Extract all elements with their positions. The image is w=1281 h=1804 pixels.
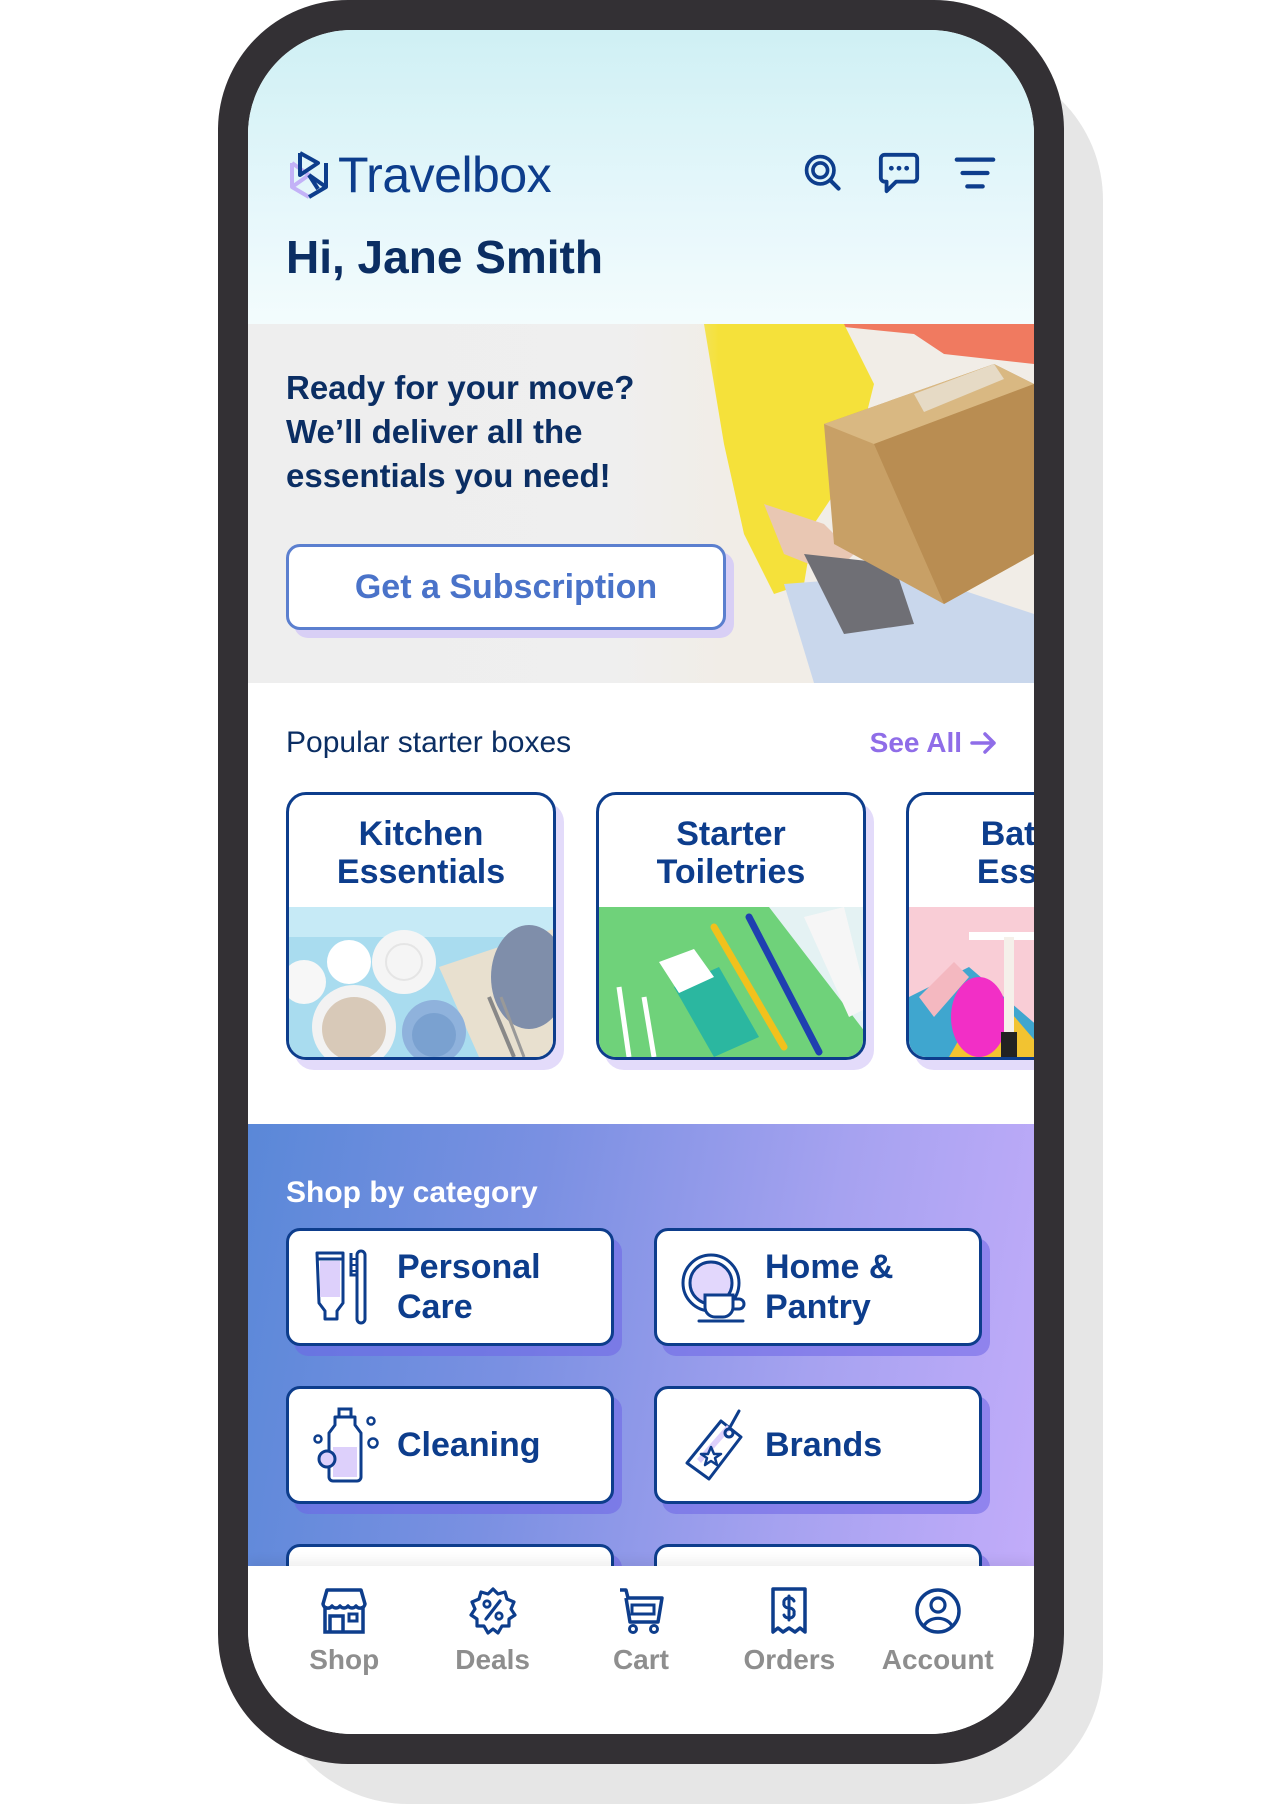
starter-boxes-carousel[interactable]: Kitchen Essentials Starter Toiletries Ba… xyxy=(286,792,1034,1060)
plate-cup-icon xyxy=(681,1253,746,1323)
travelbox-logo-icon xyxy=(290,151,328,199)
chat-button[interactable] xyxy=(876,150,922,196)
section-title-popular: Popular starter boxes xyxy=(286,726,572,759)
menu-button[interactable] xyxy=(952,150,998,196)
category-home-pantry[interactable]: Home & Pantry xyxy=(654,1228,982,1346)
nav-label: Deals xyxy=(455,1644,530,1675)
greeting: Hi, Jane Smith xyxy=(286,231,603,283)
starter-box-title: Kitchen Essentials xyxy=(336,814,506,891)
category-label: Cleaning xyxy=(397,1426,541,1464)
category-personal-care[interactable]: Personal Care xyxy=(286,1228,614,1346)
get-subscription-button[interactable]: Get a Subscription xyxy=(286,544,726,630)
menu-filter-icon xyxy=(954,157,996,189)
starter-box-card[interactable]: Bathroom Essentials xyxy=(906,792,1034,1060)
price-tag-icon xyxy=(685,1409,743,1481)
starter-box-card[interactable]: Kitchen Essentials xyxy=(286,792,556,1060)
user-circle-icon xyxy=(915,1588,961,1634)
header: Travelbox Hi, Jane Smith xyxy=(248,30,1034,324)
see-all-link[interactable]: See All xyxy=(870,727,998,759)
nav-label: Account xyxy=(881,1644,994,1675)
chat-icon xyxy=(878,152,920,194)
nav-shop[interactable]: Shop xyxy=(279,1586,409,1734)
cart-icon xyxy=(619,1588,664,1634)
store-icon xyxy=(321,1588,367,1634)
cleaning-bottle-icon xyxy=(313,1407,379,1483)
discount-badge-icon xyxy=(468,1587,517,1635)
nav-account[interactable]: Account xyxy=(873,1586,1003,1734)
shop-by-category-section: Shop by category Personal Care Home & Pa… xyxy=(248,1124,1034,1662)
arrow-right-icon xyxy=(970,732,996,754)
category-label: Brands xyxy=(765,1426,883,1464)
nav-label: Cart xyxy=(612,1644,669,1675)
section-title-category: Shop by category xyxy=(286,1176,538,1209)
nav-deals[interactable]: Deals xyxy=(428,1586,558,1734)
kitchen-dishes-image xyxy=(289,907,553,1057)
bathroom-cleaning-image xyxy=(909,907,1034,1057)
phone-screen: Travelbox Hi, Jane Smith Ready for your … xyxy=(248,30,1034,1734)
nav-orders[interactable]: Orders xyxy=(724,1586,854,1734)
brand-name: Travelbox xyxy=(338,147,552,203)
search-button[interactable] xyxy=(800,150,846,196)
see-all-label: See All xyxy=(869,727,962,758)
bottom-navigation: Shop Deals Cart Orders Account xyxy=(248,1566,1034,1734)
category-label: Home & Pantry xyxy=(765,1248,894,1326)
category-cleaning[interactable]: Cleaning xyxy=(286,1386,614,1504)
search-icon xyxy=(804,154,841,191)
hero-banner: Ready for your move? We’ll deliver all t… xyxy=(248,324,1034,683)
nav-label: Orders xyxy=(743,1644,836,1675)
receipt-icon xyxy=(771,1587,808,1634)
nav-label: Shop xyxy=(309,1644,380,1675)
category-label: Personal Care xyxy=(397,1248,541,1326)
toiletries-image xyxy=(599,907,863,1057)
starter-box-title: Starter Toiletries xyxy=(656,814,806,891)
brand-logo[interactable]: Travelbox xyxy=(286,146,552,204)
category-brands[interactable]: Brands xyxy=(654,1386,982,1504)
nav-cart[interactable]: Cart xyxy=(576,1586,706,1734)
hero-headline: Ready for your move? We’ll deliver all t… xyxy=(286,369,635,494)
starter-box-title: Bathroom Essentials xyxy=(976,814,1034,891)
toothpaste-toothbrush-icon xyxy=(315,1249,367,1325)
starter-box-card[interactable]: Starter Toiletries xyxy=(596,792,866,1060)
